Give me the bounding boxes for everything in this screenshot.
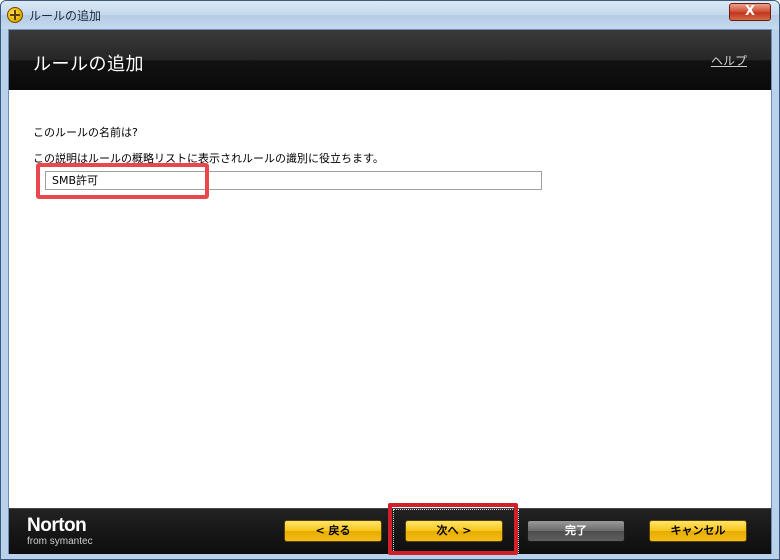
next-button-highlight-box <box>388 503 518 555</box>
dialog-header: ルールの追加 ヘルプ <box>9 30 771 90</box>
page-title: ルールの追加 <box>33 54 144 75</box>
add-rule-window: ルールの追加 X ルールの追加 ヘルプ このルールの名前は? この説明はルールの… <box>0 0 780 560</box>
window-title: ルールの追加 <box>29 9 102 23</box>
cancel-button[interactable]: キャンセル <box>649 520 747 542</box>
title-bar[interactable]: ルールの追加 X <box>1 1 779 29</box>
norton-globe-icon <box>7 7 23 23</box>
rule-name-question: このルールの名前は? <box>33 126 138 139</box>
finish-button[interactable]: 完了 <box>527 520 625 542</box>
logo-main-text: Norton <box>27 515 87 536</box>
input-highlight-box <box>36 163 209 199</box>
back-button[interactable]: < 戻る <box>284 520 382 542</box>
norton-logo: Norton from symantec <box>27 516 93 548</box>
close-button[interactable]: X <box>729 3 771 21</box>
help-link[interactable]: ヘルプ <box>711 52 747 69</box>
dialog-content: ルールの追加 ヘルプ このルールの名前は? この説明はルールの概略リストに表示さ… <box>8 29 772 555</box>
logo-sub-text: from symantec <box>27 536 93 547</box>
